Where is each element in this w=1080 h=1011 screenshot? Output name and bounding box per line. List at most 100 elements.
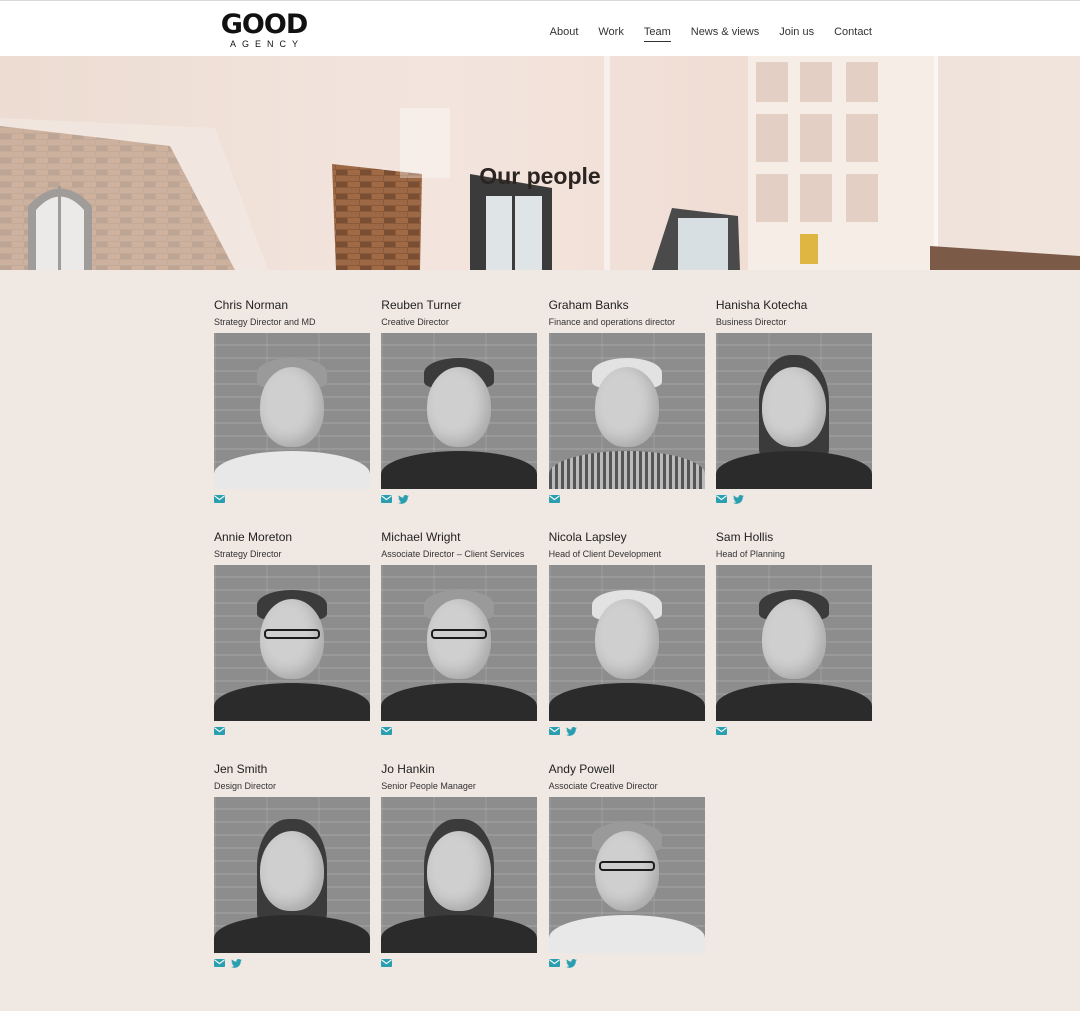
email-icon[interactable] bbox=[715, 727, 727, 735]
photo-shoulders bbox=[548, 915, 705, 953]
photo-face bbox=[761, 599, 826, 680]
photo-face bbox=[427, 831, 492, 912]
photo-glasses bbox=[264, 628, 320, 639]
team-member-card: Michael Wright Associate Director – Clien… bbox=[381, 530, 538, 737]
member-social-links bbox=[381, 957, 537, 969]
team-member-card: Annie Moreton Strategy Director bbox=[214, 530, 370, 737]
logo-subtitle: AGENCY bbox=[229, 39, 304, 49]
member-name: Annie Moreton bbox=[214, 530, 293, 544]
member-photo bbox=[214, 797, 370, 953]
member-role: Head of Client Development bbox=[548, 549, 662, 559]
email-icon[interactable] bbox=[214, 959, 225, 967]
member-social-links bbox=[548, 493, 705, 505]
team-member-card: Sam Hollis Head of Planning bbox=[715, 530, 872, 737]
nav-team[interactable]: Team bbox=[643, 25, 671, 42]
member-name: Jen Smith bbox=[214, 762, 268, 776]
nav-about[interactable]: About bbox=[550, 25, 579, 42]
photo-shoulders bbox=[381, 451, 538, 489]
email-icon[interactable] bbox=[548, 495, 560, 503]
photo-face bbox=[594, 831, 659, 912]
member-photo bbox=[548, 565, 705, 721]
email-icon[interactable] bbox=[548, 727, 560, 735]
member-social-links bbox=[548, 725, 705, 737]
photo-face bbox=[761, 367, 826, 448]
photo-face bbox=[260, 599, 324, 680]
team-member-card: Andy Powell Associate Creative Director bbox=[548, 762, 705, 969]
nav-work[interactable]: Work bbox=[598, 25, 623, 42]
member-name: Chris Norman bbox=[214, 298, 289, 312]
twitter-icon[interactable] bbox=[398, 494, 410, 504]
member-social-links bbox=[214, 957, 370, 969]
member-photo bbox=[715, 565, 872, 721]
photo-shoulders bbox=[214, 451, 370, 489]
photo-face bbox=[594, 599, 659, 680]
member-name: Michael Wright bbox=[381, 530, 461, 544]
email-icon[interactable] bbox=[214, 495, 225, 503]
member-photo bbox=[381, 565, 538, 721]
member-social-links bbox=[548, 957, 705, 969]
photo-glasses bbox=[431, 628, 488, 639]
member-role: Associate Creative Director bbox=[548, 781, 658, 791]
twitter-icon[interactable] bbox=[231, 958, 242, 968]
team-member-card: Nicola Lapsley Head of Client Development bbox=[548, 530, 705, 737]
member-name: Nicola Lapsley bbox=[548, 530, 627, 544]
team-member-card: Jen Smith Design Director bbox=[214, 762, 370, 969]
member-photo bbox=[548, 333, 705, 489]
member-name: Andy Powell bbox=[548, 762, 615, 776]
member-photo bbox=[214, 333, 370, 489]
member-name: Sam Hollis bbox=[715, 530, 774, 544]
photo-glasses bbox=[598, 860, 655, 871]
member-photo bbox=[381, 797, 538, 953]
member-role: Finance and operations director bbox=[548, 317, 676, 327]
twitter-icon[interactable] bbox=[565, 726, 577, 736]
member-role: Strategy Director and MD bbox=[214, 317, 316, 327]
email-icon[interactable] bbox=[715, 495, 727, 503]
photo-shoulders bbox=[381, 683, 538, 721]
member-role: Business Director bbox=[715, 317, 787, 327]
agency-logo[interactable]: GOOD AGENCY bbox=[219, 11, 309, 50]
page-title: Our people bbox=[479, 163, 601, 190]
team-member-card: Chris Norman Strategy Director and MD bbox=[214, 298, 370, 505]
member-photo bbox=[214, 565, 370, 721]
logo-wordmark: GOOD bbox=[220, 9, 308, 40]
photo-face bbox=[260, 831, 324, 912]
photo-face bbox=[260, 367, 324, 448]
photo-shoulders bbox=[715, 451, 872, 489]
nav-contact[interactable]: Contact bbox=[834, 25, 872, 42]
photo-shoulders bbox=[715, 683, 872, 721]
team-member-card: Hanisha Kotecha Business Director bbox=[715, 298, 872, 505]
member-role: Associate Director – Client Services bbox=[381, 549, 525, 559]
team-member-card: Reuben Turner Creative Director bbox=[381, 298, 538, 505]
email-icon[interactable] bbox=[381, 959, 393, 967]
email-icon[interactable] bbox=[548, 959, 560, 967]
member-social-links bbox=[214, 725, 370, 737]
twitter-icon[interactable] bbox=[565, 958, 577, 968]
member-role: Creative Director bbox=[381, 317, 449, 327]
member-role: Design Director bbox=[214, 781, 277, 791]
member-name: Jo Hankin bbox=[381, 762, 435, 776]
email-icon[interactable] bbox=[214, 727, 225, 735]
member-name: Graham Banks bbox=[548, 298, 629, 312]
nav-news-views[interactable]: News & views bbox=[691, 25, 759, 42]
email-icon[interactable] bbox=[381, 727, 393, 735]
member-name: Hanisha Kotecha bbox=[715, 298, 808, 312]
photo-shoulders bbox=[214, 915, 370, 953]
site-header: GOOD AGENCY About Work Team News & views… bbox=[0, 0, 1080, 56]
photo-shoulders bbox=[381, 915, 538, 953]
photo-face bbox=[427, 367, 492, 448]
photo-shoulders bbox=[548, 683, 705, 721]
member-social-links bbox=[381, 493, 537, 505]
photo-shoulders bbox=[548, 451, 705, 489]
member-social-links bbox=[214, 493, 370, 505]
member-role: Head of Planning bbox=[715, 549, 785, 559]
member-role: Strategy Director bbox=[214, 549, 282, 559]
team-member-card: Jo Hankin Senior People Manager bbox=[381, 762, 538, 969]
twitter-icon[interactable] bbox=[732, 494, 744, 504]
team-grid: Chris Norman Strategy Director and MD Reub… bbox=[214, 298, 874, 969]
member-social-links bbox=[715, 493, 872, 505]
nav-join-us[interactable]: Join us bbox=[779, 25, 814, 42]
email-icon[interactable] bbox=[381, 495, 393, 503]
member-photo bbox=[381, 333, 538, 489]
photo-face bbox=[594, 367, 659, 448]
main-nav: About Work Team News & views Join us Con… bbox=[550, 25, 872, 42]
